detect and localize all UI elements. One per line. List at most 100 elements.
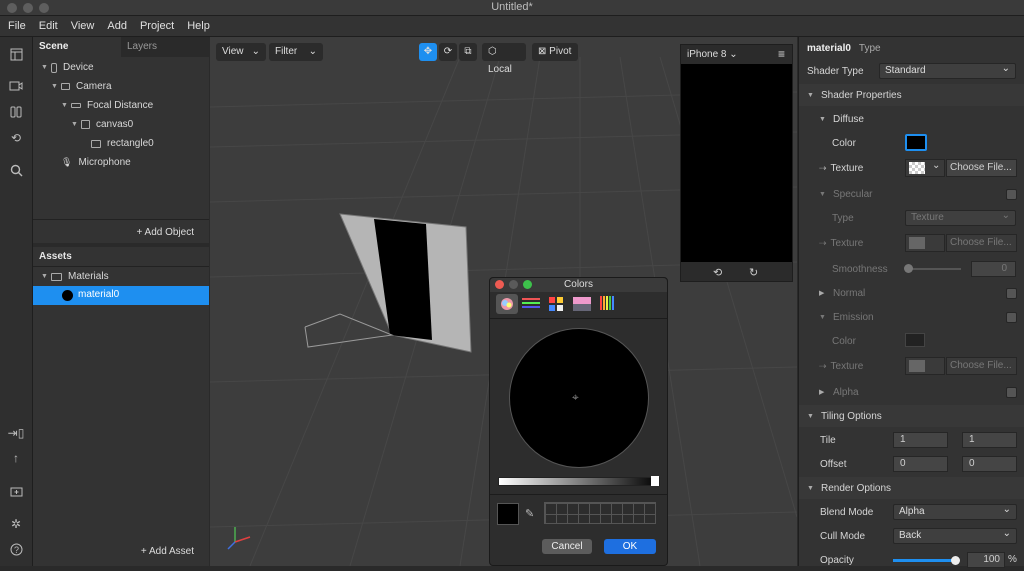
tab-layers[interactable]: Layers: [121, 37, 209, 57]
blend-mode-select[interactable]: Alpha: [893, 503, 1017, 520]
tile-x-input[interactable]: 1: [893, 432, 948, 448]
menu-add[interactable]: Add: [107, 20, 127, 32]
rotate-device-icon[interactable]: ↻: [749, 266, 758, 279]
opacity-slider[interactable]: [893, 556, 960, 565]
bug-icon[interactable]: ✲: [7, 515, 25, 533]
send-to-device-icon[interactable]: ⇥▯: [7, 424, 25, 442]
tree-item-materials[interactable]: ▼ Materials: [41, 271, 109, 282]
pencils-tab[interactable]: [599, 296, 615, 312]
expand-icon[interactable]: ▼: [41, 64, 51, 71]
menu-file[interactable]: File: [8, 20, 26, 32]
add-asset-button[interactable]: + Add Asset: [141, 546, 194, 557]
tree-item-rectangle0[interactable]: rectangle0: [91, 138, 154, 149]
refresh-icon[interactable]: ⟲: [7, 129, 25, 147]
view-dropdown[interactable]: View ⌄: [216, 43, 266, 61]
add-folder-icon[interactable]: [7, 482, 25, 500]
ok-button[interactable]: OK: [604, 539, 656, 554]
texture-picker[interactable]: [905, 234, 945, 252]
choose-file-button[interactable]: Choose File...: [946, 357, 1017, 375]
link-arrow-icon[interactable]: ⇢: [819, 238, 827, 249]
expand-icon[interactable]: ▼: [51, 83, 61, 90]
filter-dropdown[interactable]: Filter ⌄: [269, 43, 323, 61]
smoothness-row: Smoothness 0: [799, 258, 1024, 280]
tree-item-device[interactable]: ▼ Device: [41, 62, 94, 73]
emission-checkbox[interactable]: [1006, 311, 1017, 323]
offset-x-input[interactable]: 0: [893, 456, 948, 472]
tree-item-camera[interactable]: ▼ Camera: [51, 81, 112, 92]
device-preview: iPhone 8 ⌄ ≡ ⟲ ↻: [680, 44, 793, 282]
slider-handle[interactable]: [651, 476, 659, 486]
link-arrow-icon[interactable]: ⇢: [819, 163, 827, 174]
search-icon[interactable]: [7, 161, 25, 179]
hamburger-menu-icon[interactable]: ≡: [778, 47, 785, 61]
color-palettes-tab[interactable]: [548, 296, 564, 312]
tile-y-input[interactable]: 1: [962, 432, 1017, 448]
section-label: Tiling Options: [821, 410, 882, 422]
color-sliders-tab[interactable]: [522, 297, 540, 311]
scale-tool-button[interactable]: ⧉: [459, 43, 477, 61]
diffuse-header[interactable]: ▼ Diffuse: [799, 108, 1024, 130]
slider-handle[interactable]: [904, 264, 913, 273]
asset-item-material0[interactable]: material0: [33, 286, 209, 305]
choose-file-button[interactable]: Choose File...: [946, 159, 1017, 177]
specular-type-select[interactable]: Texture: [905, 209, 1016, 226]
expand-icon[interactable]: ▼: [71, 121, 81, 128]
color-wheel[interactable]: ⌖: [509, 328, 649, 468]
expand-icon[interactable]: ▼: [41, 273, 51, 280]
eyedropper-icon[interactable]: ✎: [525, 507, 534, 520]
shader-type-select[interactable]: Standard: [879, 62, 1016, 79]
menu-view[interactable]: View: [71, 20, 95, 32]
tree-item-microphone[interactable]: 🎙 Microphone: [61, 157, 131, 168]
diffuse-color-swatch[interactable]: [905, 134, 927, 151]
rotate-tool-button[interactable]: ⟳: [439, 43, 457, 61]
shader-properties-header[interactable]: ▼ Shader Properties: [799, 84, 1024, 106]
add-object-button[interactable]: + Add Object: [136, 227, 194, 238]
smoothness-slider[interactable]: [904, 264, 961, 273]
specular-checkbox[interactable]: [1006, 188, 1017, 200]
texture-picker[interactable]: ⌄: [905, 159, 945, 177]
normal-checkbox[interactable]: [1006, 287, 1017, 299]
cancel-button[interactable]: Cancel: [542, 539, 592, 554]
pivot-button[interactable]: ⊠ Pivot: [532, 43, 578, 61]
normal-header[interactable]: ▶ Normal: [799, 282, 1024, 304]
texture-picker[interactable]: [905, 357, 945, 375]
swatch-grid[interactable]: [544, 502, 656, 524]
help-icon[interactable]: ?: [7, 540, 25, 558]
menu-help[interactable]: Help: [187, 20, 210, 32]
menu-edit[interactable]: Edit: [39, 20, 58, 32]
cull-mode-select[interactable]: Back: [893, 527, 1017, 544]
rectangle-object[interactable]: [374, 219, 432, 340]
emission-header[interactable]: ▼ Emission: [799, 306, 1024, 328]
brightness-slider[interactable]: [498, 476, 660, 486]
render-options-header[interactable]: ▼ Render Options: [799, 477, 1024, 499]
menu-project[interactable]: Project: [140, 20, 174, 32]
color-wheel-tab[interactable]: [496, 294, 518, 314]
tab-scene[interactable]: Scene: [33, 37, 121, 57]
slider-handle[interactable]: [951, 556, 960, 565]
layout-icon[interactable]: [7, 45, 25, 63]
move-tool-button[interactable]: ✥: [419, 43, 437, 61]
device-screen[interactable]: [681, 64, 792, 262]
upload-icon[interactable]: ↑: [7, 449, 25, 467]
offset-y-input[interactable]: 0: [962, 456, 1017, 472]
canvas-icon: [81, 120, 90, 129]
specular-header[interactable]: ▼ Specular: [799, 183, 1024, 205]
current-color-swatch[interactable]: [497, 503, 519, 525]
tree-item-focal-distance[interactable]: ▼ Focal Distance: [61, 100, 153, 111]
reset-icon[interactable]: ⟲: [713, 266, 722, 279]
alpha-header[interactable]: ▶ Alpha: [799, 381, 1024, 403]
device-selector[interactable]: iPhone 8 ⌄: [687, 49, 738, 60]
link-arrow-icon[interactable]: ⇢: [819, 361, 827, 372]
choose-file-button[interactable]: Choose File...: [946, 234, 1017, 252]
local-button[interactable]: ⬡ Local: [482, 43, 526, 75]
emission-color-swatch[interactable]: [905, 333, 925, 347]
expand-icon[interactable]: ▼: [61, 102, 71, 109]
tree-item-canvas0[interactable]: ▼ canvas0: [71, 119, 133, 130]
divider: [33, 266, 209, 267]
alpha-checkbox[interactable]: [1006, 386, 1017, 398]
tiling-options-header[interactable]: ▼ Tiling Options: [799, 405, 1024, 427]
camera-icon[interactable]: [7, 77, 25, 95]
smoothness-input[interactable]: 0: [971, 261, 1016, 277]
split-view-icon[interactable]: [7, 103, 25, 121]
image-palettes-tab[interactable]: [573, 297, 591, 311]
